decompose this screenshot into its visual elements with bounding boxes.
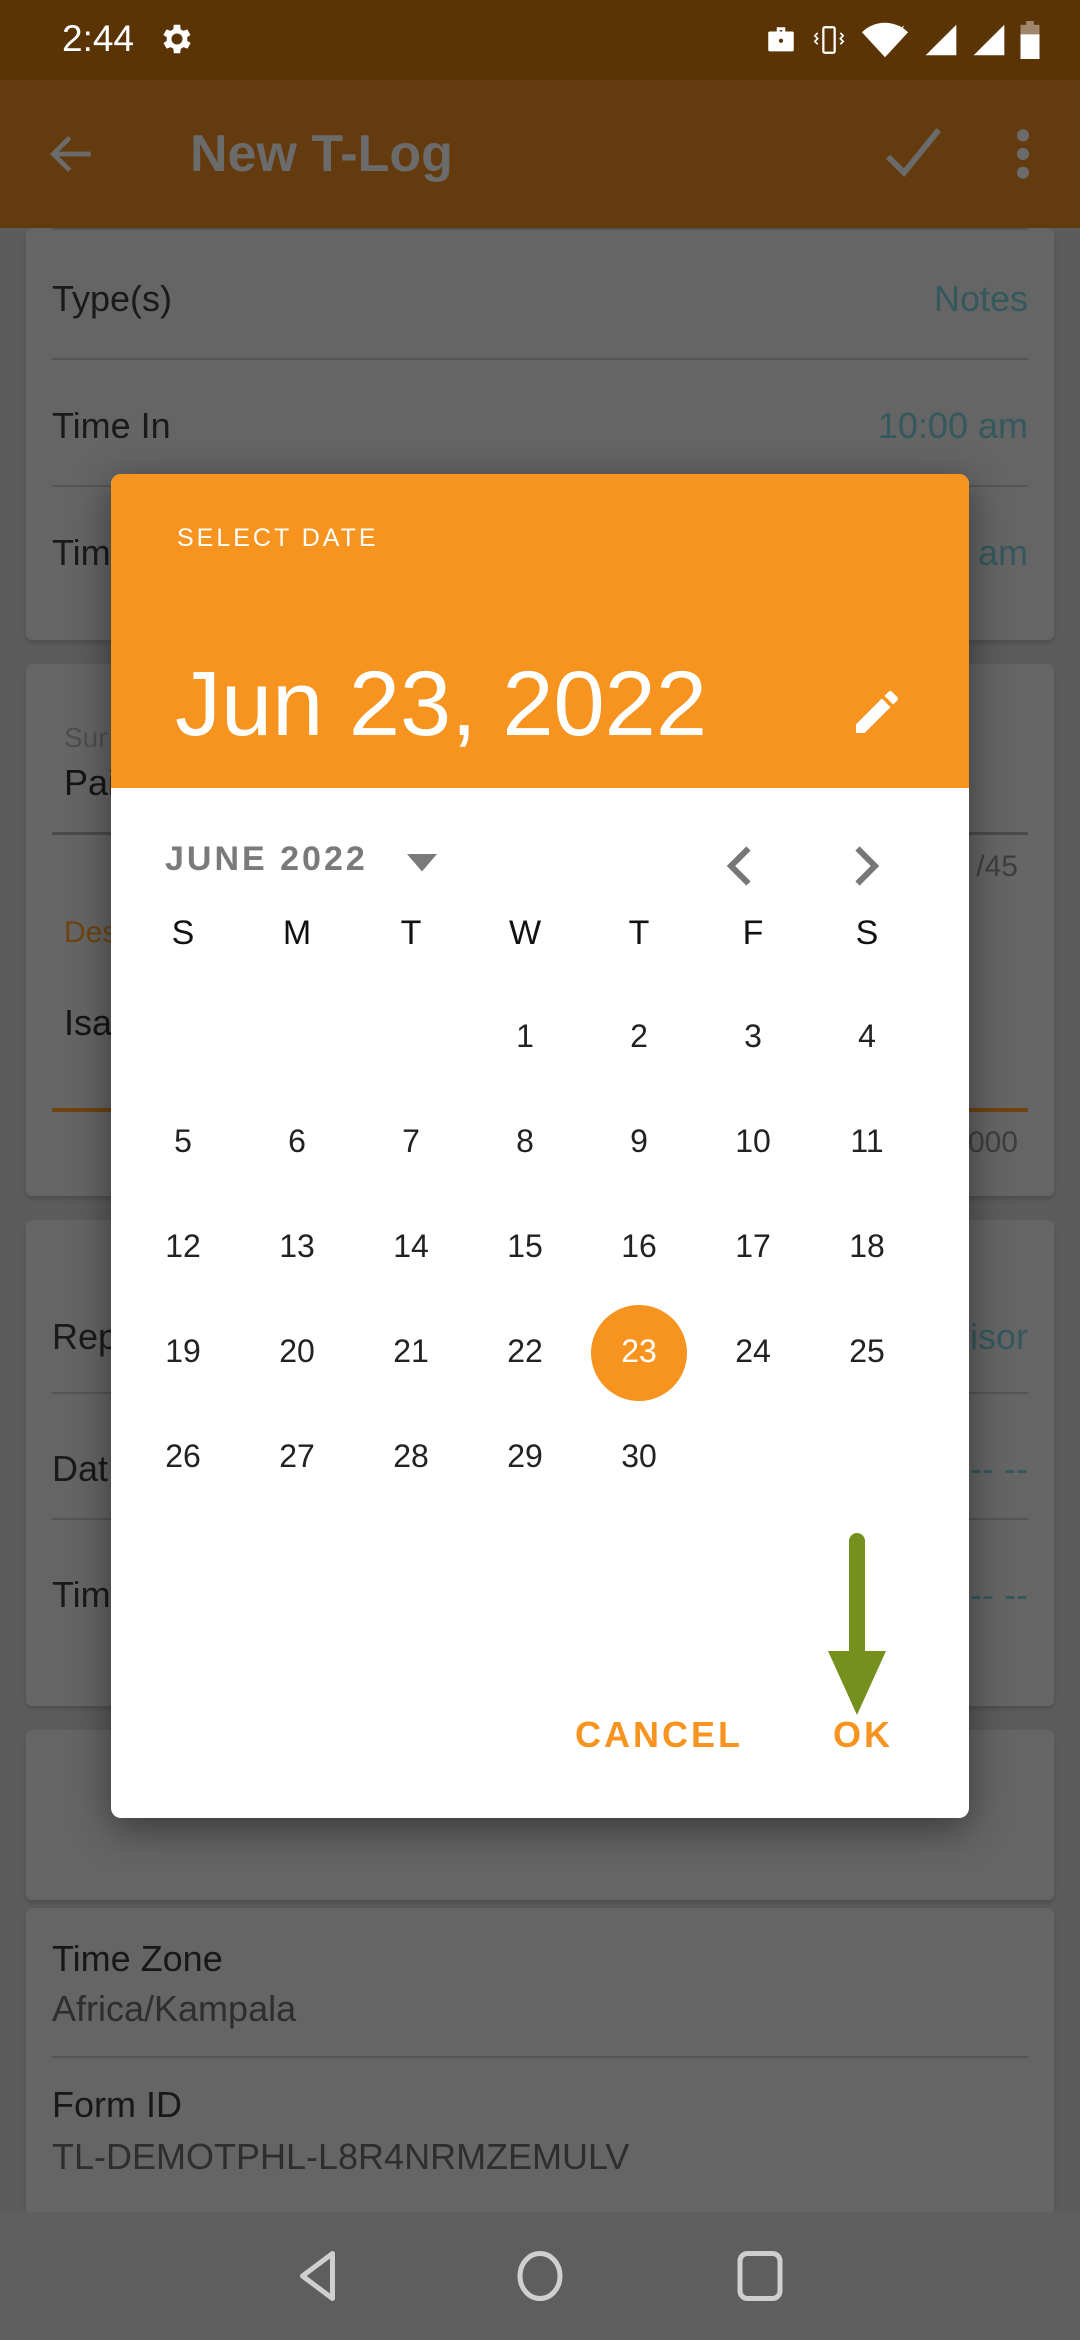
calendar-day[interactable]: 5 xyxy=(126,1123,240,1160)
hint-arrow-down-icon xyxy=(828,1533,886,1715)
calendar-day[interactable]: 12 xyxy=(126,1228,240,1265)
caret-down-icon[interactable] xyxy=(407,854,437,874)
calendar-day[interactable]: 3 xyxy=(696,1018,810,1055)
dialog-header: SELECT DATE Jun 23, 2022 xyxy=(111,474,969,788)
chevron-left-icon[interactable] xyxy=(711,836,771,896)
weekday-header: W xyxy=(508,914,542,952)
calendar-day[interactable]: 13 xyxy=(240,1228,354,1265)
navigation-bar xyxy=(0,2212,1080,2340)
calendar-day[interactable]: 22 xyxy=(468,1333,582,1370)
calendar-day[interactable]: 20 xyxy=(240,1333,354,1370)
calendar-day[interactable]: 19 xyxy=(126,1333,240,1370)
calendar-day[interactable]: 11 xyxy=(810,1123,924,1160)
weekday-header: F xyxy=(742,914,764,952)
calendar-day[interactable]: 4 xyxy=(810,1018,924,1055)
calendar-day[interactable]: 7 xyxy=(354,1123,468,1160)
calendar-day[interactable]: 8 xyxy=(468,1123,582,1160)
calendar-day[interactable]: 24 xyxy=(696,1333,810,1370)
calendar-day[interactable]: 1 xyxy=(468,1018,582,1055)
calendar-day[interactable]: 9 xyxy=(582,1123,696,1160)
calendar-day[interactable]: 28 xyxy=(354,1438,468,1475)
calendar-day[interactable]: 16 xyxy=(582,1228,696,1265)
calendar-day[interactable]: 27 xyxy=(240,1438,354,1475)
cancel-button[interactable]: CANCEL xyxy=(575,1714,743,1756)
weekday-header: M xyxy=(282,914,312,952)
weekday-header: S xyxy=(171,914,195,952)
weekday-header: T xyxy=(628,914,650,952)
calendar-day[interactable]: 18 xyxy=(810,1228,924,1265)
calendar-day[interactable]: 21 xyxy=(354,1333,468,1370)
calendar-day[interactable]: 10 xyxy=(696,1123,810,1160)
calendar-day[interactable]: 25 xyxy=(810,1333,924,1370)
nav-home-icon[interactable] xyxy=(510,2246,570,2306)
calendar-day[interactable]: 15 xyxy=(468,1228,582,1265)
calendar-day[interactable]: 26 xyxy=(126,1438,240,1475)
edit-pencil-icon[interactable] xyxy=(849,684,905,740)
calendar-day-selected[interactable]: 23 xyxy=(582,1333,696,1370)
calendar-day[interactable]: 17 xyxy=(696,1228,810,1265)
ok-button[interactable]: OK xyxy=(833,1714,893,1756)
calendar-day[interactable]: 6 xyxy=(240,1123,354,1160)
calendar-day[interactable]: 29 xyxy=(468,1438,582,1475)
dialog-caption: SELECT DATE xyxy=(177,524,379,552)
selected-date-display: Jun 23, 2022 xyxy=(175,653,708,755)
nav-recents-icon[interactable] xyxy=(730,2246,790,2306)
chevron-right-icon[interactable] xyxy=(835,836,895,896)
month-year-dropdown[interactable]: JUNE 2022 xyxy=(165,840,368,879)
nav-back-icon[interactable] xyxy=(290,2246,350,2306)
weekday-header: S xyxy=(855,914,879,952)
weekday-header: T xyxy=(400,914,422,952)
calendar-day[interactable]: 30 xyxy=(582,1438,696,1475)
calendar-day[interactable]: 2 xyxy=(582,1018,696,1055)
calendar-day[interactable]: 14 xyxy=(354,1228,468,1265)
